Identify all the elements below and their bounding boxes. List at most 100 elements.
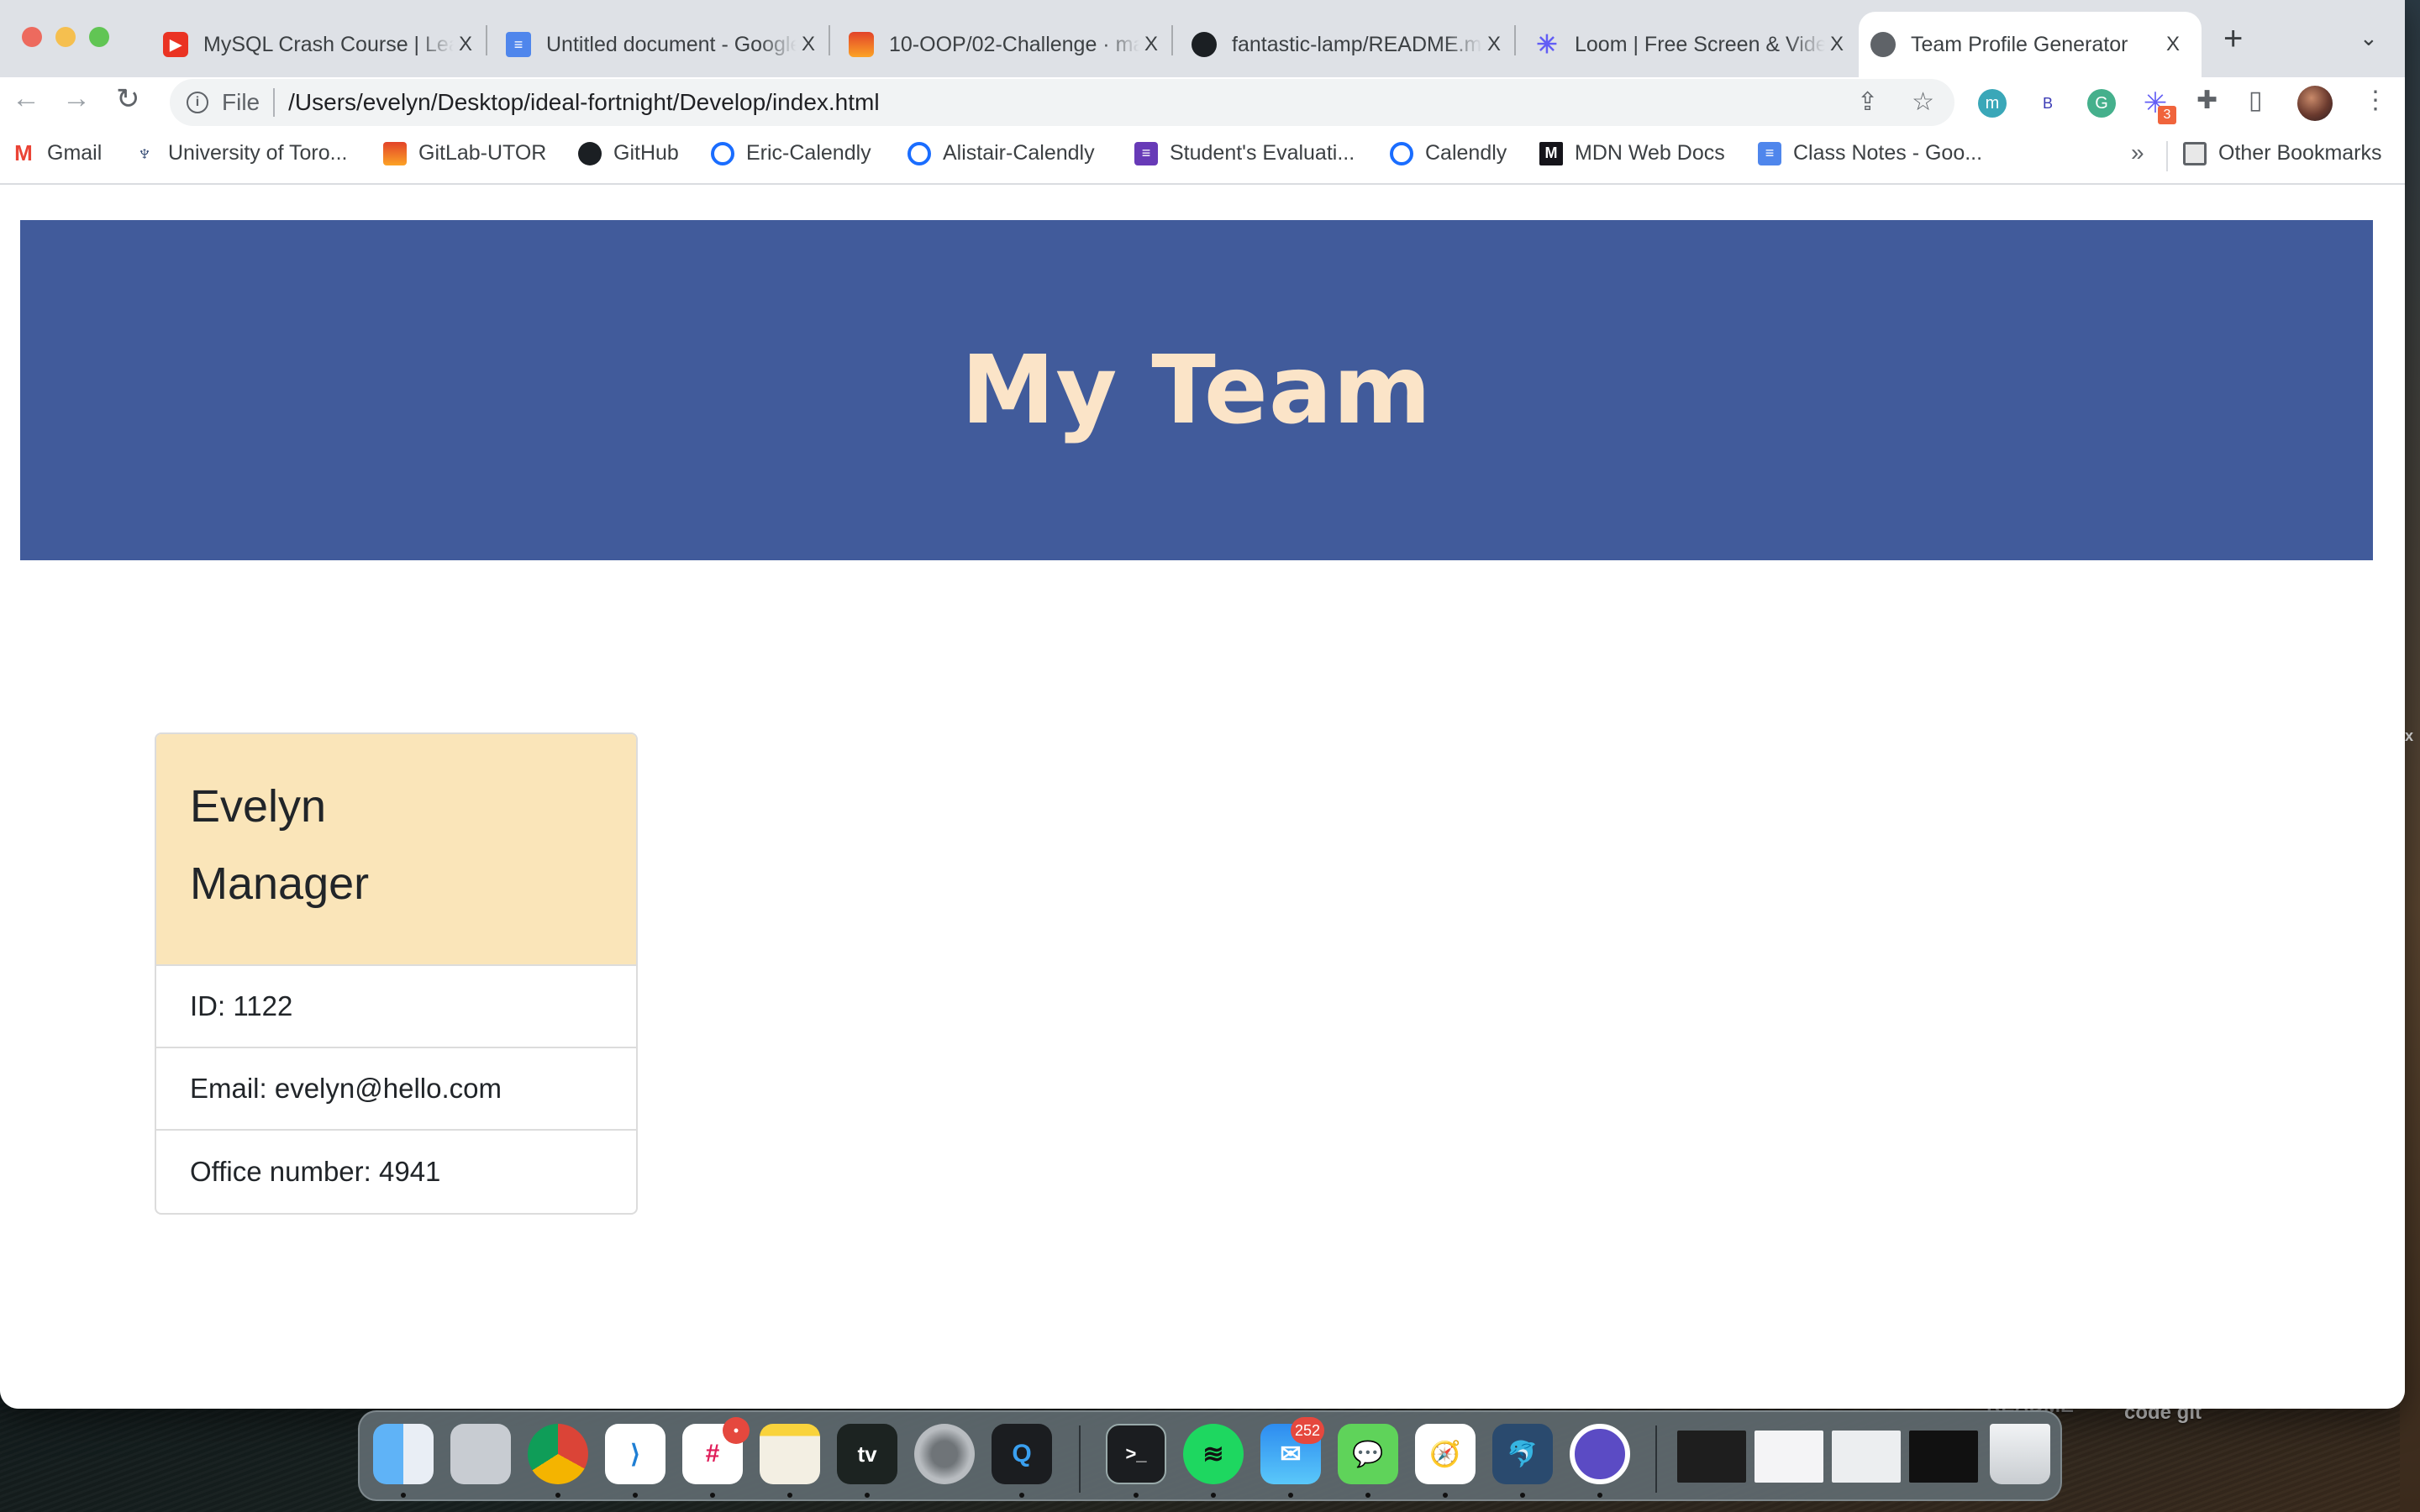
messages-icon[interactable]: 💬 [1338,1424,1398,1484]
reload-button[interactable]: ↻ [116,82,140,116]
close-tab-icon[interactable]: X [2161,33,2185,56]
close-tab-icon[interactable]: X [1482,33,1506,56]
bookmark-label: Gmail [47,141,103,165]
bookmark-alistair-calendly[interactable]: Alistair-Calendly [908,141,1095,165]
mdn-icon: M [1539,141,1563,165]
new-tab-button[interactable]: + [2223,20,2243,58]
bookmark-gitlab-utor[interactable]: GitLab-UTOR [383,141,546,165]
bookmark-mdn-web-docs[interactable]: M MDN Web Docs [1539,141,1725,165]
address-separator [273,88,276,117]
minimize-window-button[interactable] [55,27,76,47]
other-bookmarks-folder[interactable]: Other Bookmarks [2183,141,2382,165]
tab-strip: ▶ MySQL Crash Course | Learn SQL X ≡ Unt… [0,0,2405,77]
close-tab-icon[interactable]: X [454,33,477,56]
bookmark-label: Eric-Calendly [746,141,871,165]
loom-extension-badge: 3 [2158,106,2176,124]
close-tab-icon[interactable]: X [797,33,820,56]
tab-title: MySQL Crash Course | Learn SQL [203,32,454,56]
bookmark-star-icon[interactable]: ☆ [1912,87,1934,117]
share-icon[interactable]: ⇪ [1857,87,1878,117]
chrome-icon[interactable] [528,1424,588,1484]
desktop-edge-glyph: x [2405,727,2414,744]
terminal-icon[interactable]: >_ [1106,1424,1166,1484]
employee-card-header: Evelyn Manager [156,734,636,966]
tab-mysql-crash-course[interactable]: ▶ MySQL Crash Course | Learn SQL X [151,12,494,77]
running-indicator [1520,1493,1525,1498]
bookmark-github[interactable]: GitHub [578,141,679,165]
quicktime-icon[interactable]: Q [992,1424,1052,1484]
profile-avatar[interactable] [2297,86,2333,121]
tab-separator [829,25,830,55]
macos-dock: ⟩ # • tv Q >_ ≋ ✉ 252 💬 🧭 🐬 [358,1410,2062,1501]
bookmark-university-of-toronto[interactable]: ♆ University of Toro... [133,140,347,165]
minimized-mysql-workbench-window[interactable] [1832,1431,1901,1483]
tab-untitled-document[interactable]: ≡ Untitled document - Google Docs X [494,12,837,77]
employee-office-number: Office number: 4941 [190,1156,441,1187]
gitlab-icon [383,141,407,165]
dock-separator [1079,1425,1081,1493]
forward-button[interactable]: → [62,82,91,115]
system-preferences-icon[interactable] [914,1424,975,1484]
finder-icon[interactable] [373,1424,434,1484]
notes-icon[interactable] [760,1424,820,1484]
tab-fantastic-lamp-readme[interactable]: fantastic-lamp/README.md X [1180,12,1523,77]
bookmark-calendly[interactable]: Calendly [1390,141,1507,165]
site-info-icon[interactable]: i [187,92,208,113]
grammarly-extension-icon[interactable]: G [2087,89,2116,118]
close-tab-icon[interactable]: X [1825,33,1849,56]
bookmark-class-notes[interactable]: ≡ Class Notes - Goo... [1758,141,1982,165]
tab-loom[interactable]: ✳ Loom | Free Screen & Video Recording X [1523,12,1865,77]
employee-email[interactable]: Email: evelyn@hello.com [156,1048,636,1131]
scheme-label: File [222,89,260,115]
minimized-loom-window[interactable] [1754,1431,1823,1483]
tab-search-button[interactable]: ⌄ [2360,25,2378,51]
bookmark-label: Calendly [1425,141,1507,165]
trash-icon[interactable] [1990,1424,2050,1484]
close-tab-icon[interactable]: X [1139,33,1163,56]
running-indicator [1211,1493,1216,1498]
side-panel-icon[interactable]: ▯ [2249,86,2263,115]
slack-notification-badge: • [723,1417,750,1444]
minimized-vscode-window[interactable] [1677,1431,1746,1483]
bookmarks-overflow-button[interactable]: » [2131,139,2144,166]
browser-menu-icon[interactable]: ⋮ [2363,86,2388,115]
loom-icon: ✳ [1536,30,1558,59]
bookmark-students-evaluation[interactable]: ≡ Student's Evaluati... [1134,141,1355,165]
safari-icon[interactable]: 🧭 [1415,1424,1476,1484]
tab-separator [1514,25,1516,55]
tab-separator [486,25,487,55]
extension-m-icon[interactable]: m [1978,89,2007,118]
extensions-puzzle-icon[interactable]: ✚ [2196,86,2217,115]
github-icon [1192,32,1217,57]
bookmark-gmail[interactable]: M Gmail [12,140,103,165]
running-indicator [1597,1493,1602,1498]
spotify-icon[interactable]: ≋ [1183,1424,1244,1484]
tab-oop-challenge[interactable]: 10-OOP/02-Challenge · main X [837,12,1180,77]
bookmark-label: Alistair-Calendly [943,141,1095,165]
tab-title: Loom | Free Screen & Video Recording [1575,32,1825,56]
globe-icon [1870,32,1896,57]
running-indicator [710,1493,715,1498]
vscode-icon[interactable]: ⟩ [605,1424,666,1484]
close-window-button[interactable] [22,27,42,47]
bookmark-eric-calendly[interactable]: Eric-Calendly [711,141,871,165]
bookmark-label: Class Notes - Goo... [1793,141,1983,165]
bookmark-label: GitLab-UTOR [418,141,547,165]
launchpad-icon[interactable] [450,1424,511,1484]
tab-team-profile-generator[interactable]: Team Profile Generator X [1859,12,2202,77]
address-bar[interactable]: i File /Users/evelyn/Desktop/ideal-fortn… [170,79,1954,126]
extension-b-icon[interactable]: B [2033,89,2062,118]
tab-separator [1171,25,1173,55]
url-text[interactable]: /Users/evelyn/Desktop/ideal-fortnight/De… [288,89,879,116]
zoom-window-button[interactable] [89,27,109,47]
gmail-icon: M [14,140,33,165]
gitlab-icon [849,32,874,57]
apple-tv-icon[interactable]: tv [837,1424,897,1484]
back-button[interactable]: ← [12,82,40,115]
employee-id: ID: 1122 [156,966,636,1048]
loom-app-icon[interactable] [1570,1424,1630,1484]
bookmark-label: MDN Web Docs [1575,141,1725,165]
mysql-workbench-icon[interactable]: 🐬 [1492,1424,1553,1484]
minimized-spotify-window[interactable] [1909,1431,1978,1483]
calendly-icon [1390,141,1413,165]
